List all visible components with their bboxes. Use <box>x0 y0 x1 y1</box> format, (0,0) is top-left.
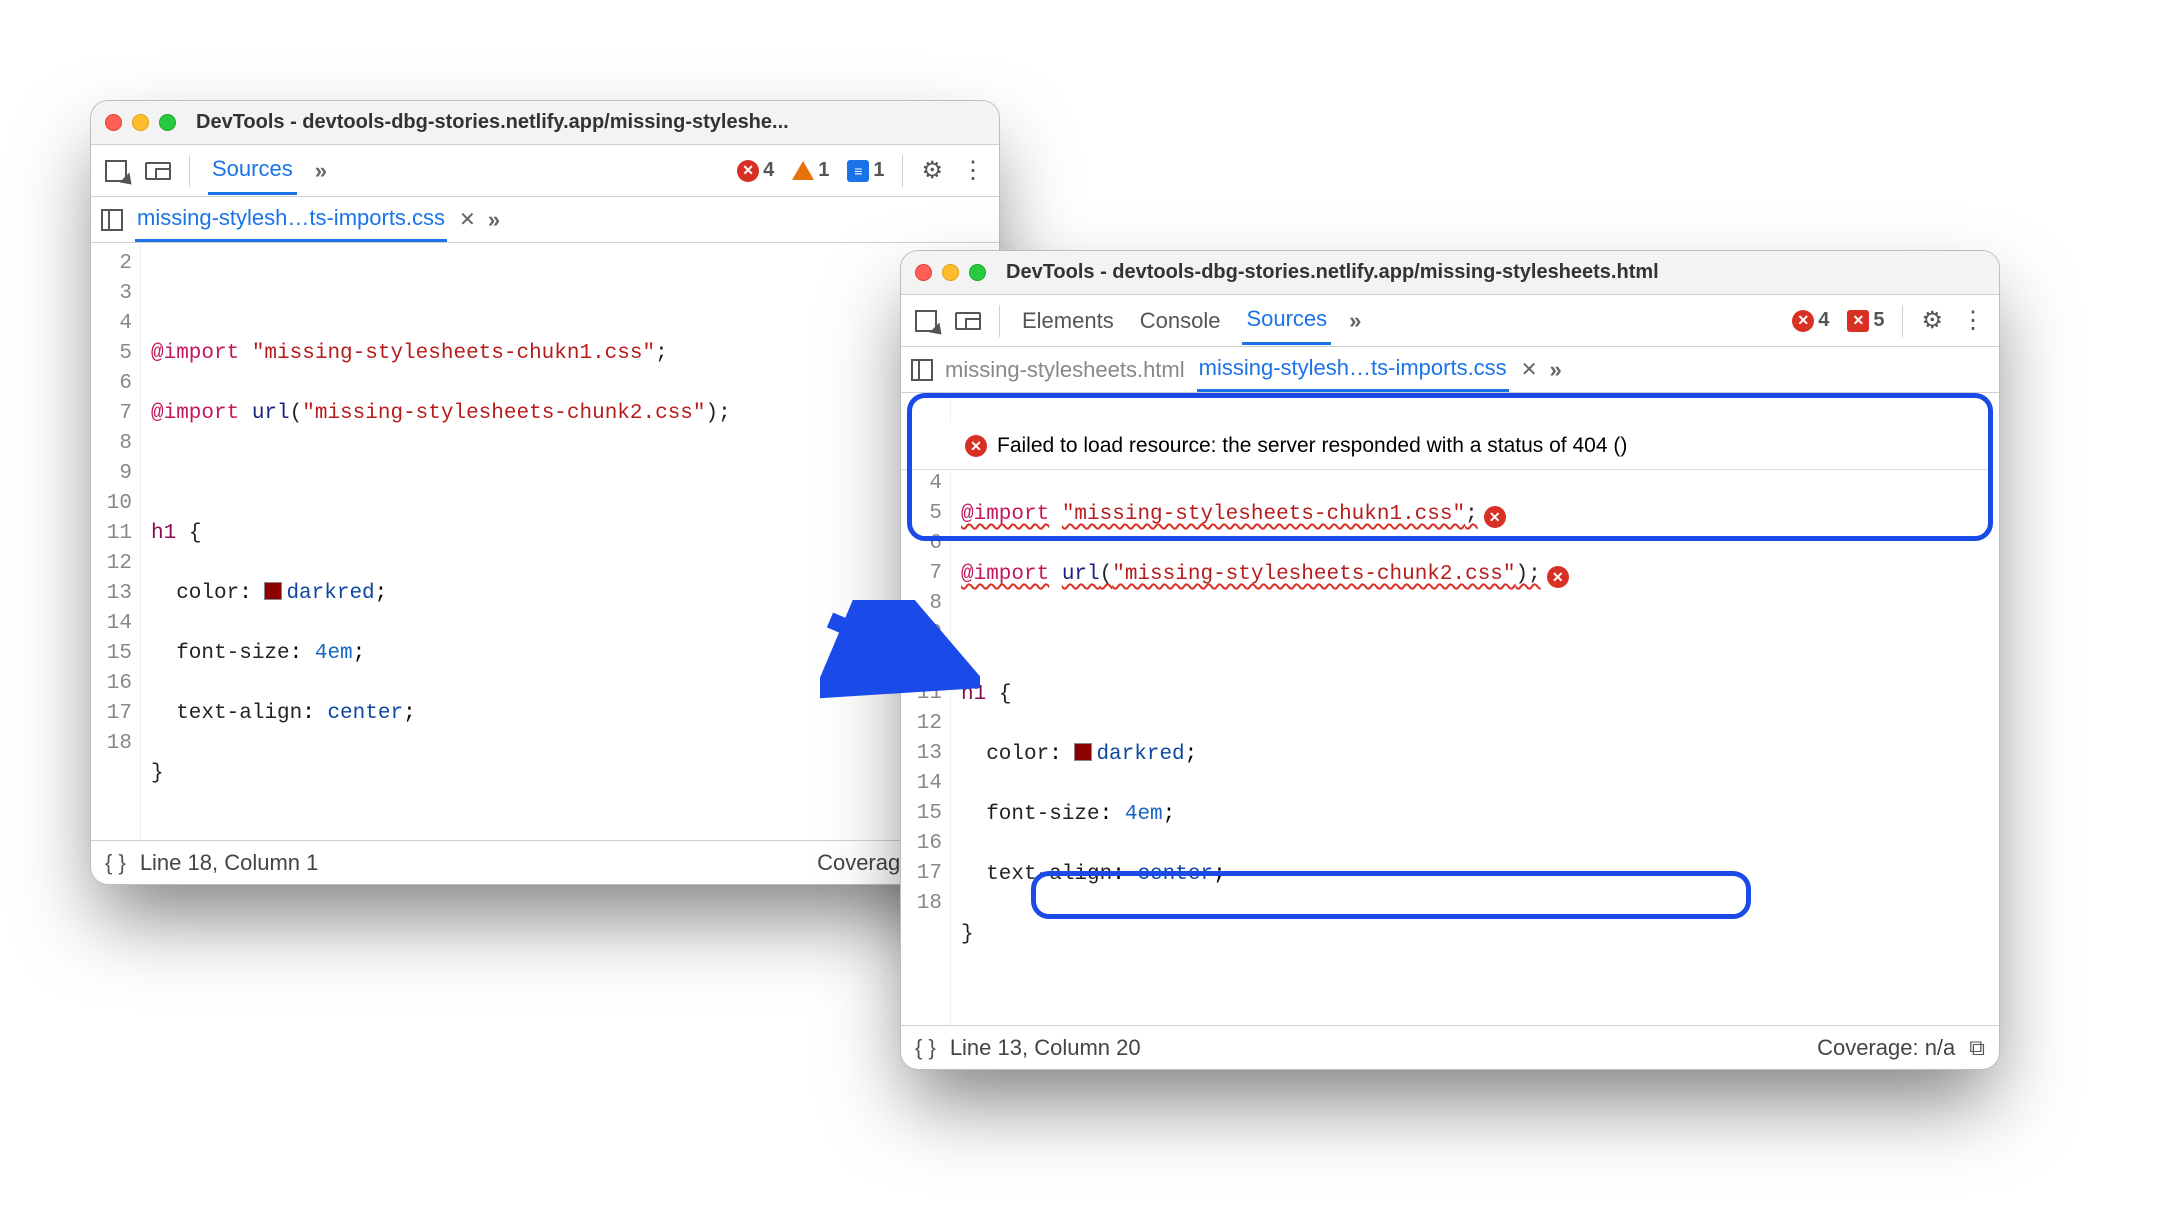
source-map-icon[interactable]: ⧉ <box>1969 1035 1985 1061</box>
close-tab-icon[interactable]: ✕ <box>1521 357 1538 382</box>
divider <box>1902 305 1903 337</box>
divider <box>999 305 1000 337</box>
error-count[interactable]: ✕4 <box>1792 309 1829 332</box>
minimize-window-icon[interactable] <box>942 264 959 281</box>
file-tabstrip: missing-stylesheets.html missing-stylesh… <box>901 347 1999 393</box>
code-editor[interactable]: 23456789101112131415161718 @import "miss… <box>91 243 999 840</box>
window-controls <box>105 114 176 131</box>
line-gutter: 23456789101112131415161718 <box>91 243 141 840</box>
code-line: @import url("missing-stylesheets-chunk2.… <box>151 399 989 429</box>
more-menu-icon[interactable]: ⋮ <box>1961 306 1985 335</box>
statusbar: { } Line 18, Column 1 Coverage: n/a ⧉ <box>91 840 999 884</box>
info-icon: ≡ <box>847 160 869 182</box>
code-editor[interactable]: 3456789101112131415161718 ✕Failed to loa… <box>901 393 1999 1025</box>
titlebar[interactable]: DevTools - devtools-dbg-stories.netlify.… <box>901 251 1999 295</box>
cursor-position: Line 13, Column 20 <box>950 1035 1141 1061</box>
code-content[interactable]: ✕Failed to load resource: the server res… <box>951 393 1999 1025</box>
divider <box>902 155 903 187</box>
window-title: DevTools - devtools-dbg-stories.netlify.… <box>1006 261 1659 284</box>
zoom-window-icon[interactable] <box>969 264 986 281</box>
device-toggle-icon[interactable] <box>145 162 171 180</box>
close-window-icon[interactable] <box>915 264 932 281</box>
file-tab[interactable]: missing-stylesheets.html <box>945 357 1185 383</box>
more-files-icon[interactable]: » <box>488 207 500 233</box>
code-line <box>151 279 989 309</box>
code-line: color: darkred; <box>961 740 1989 770</box>
code-line: font-size: 4em; <box>961 800 1989 830</box>
code-line: @import "missing-stylesheets-chukn1.css"… <box>151 339 989 369</box>
code-line: font-size: 4em; <box>151 639 989 669</box>
more-tabs-icon[interactable]: » <box>1349 308 1361 334</box>
pretty-print-icon[interactable]: { } <box>915 1035 936 1061</box>
code-line: @import url("missing-stylesheets-chunk2.… <box>961 560 1989 590</box>
toggle-navigator-icon[interactable] <box>101 209 123 231</box>
devtools-window-after: DevTools - devtools-dbg-stories.netlify.… <box>900 250 2000 1070</box>
cursor-position: Line 18, Column 1 <box>140 850 319 876</box>
zoom-window-icon[interactable] <box>159 114 176 131</box>
window-title: DevTools - devtools-dbg-stories.netlify.… <box>196 111 789 134</box>
statusbar: { } Line 13, Column 20 Coverage: n/a ⧉ <box>901 1025 1999 1069</box>
code-line <box>961 620 1989 650</box>
toggle-navigator-icon[interactable] <box>911 359 933 381</box>
window-controls <box>915 264 986 281</box>
inspect-element-icon[interactable] <box>105 160 127 182</box>
code-line: h1 { <box>961 680 1989 710</box>
color-swatch-darkred[interactable] <box>264 582 282 600</box>
line-gutter: 3456789101112131415161718 <box>901 393 951 1025</box>
main-toolbar: Elements Console Sources » ✕4 ✕5 ⚙ ⋮ <box>901 295 1999 347</box>
tab-sources[interactable]: Sources <box>208 146 297 195</box>
error-count[interactable]: ✕4 <box>737 159 774 182</box>
more-files-icon[interactable]: » <box>1549 357 1561 383</box>
code-line: } <box>961 920 1989 950</box>
tab-console[interactable]: Console <box>1136 298 1225 344</box>
issue-count[interactable]: ✕5 <box>1847 309 1884 332</box>
code-line: h1 { <box>151 519 989 549</box>
error-icon: ✕ <box>965 435 987 457</box>
color-swatch-darkred[interactable] <box>1074 743 1092 761</box>
warning-icon <box>792 161 814 180</box>
inline-error-icon[interactable]: ✕ <box>1484 506 1506 528</box>
code-line: text-align: center; <box>961 860 1989 890</box>
settings-icon[interactable]: ⚙ <box>921 156 943 185</box>
file-tabstrip: missing-stylesh…ts-imports.css ✕ » <box>91 197 999 243</box>
minimize-window-icon[interactable] <box>132 114 149 131</box>
code-line: } <box>151 759 989 789</box>
code-content[interactable]: @import "missing-stylesheets-chukn1.css"… <box>141 243 999 840</box>
main-toolbar: Sources » ✕4 1 ≡1 ⚙ ⋮ <box>91 145 999 197</box>
info-count[interactable]: ≡1 <box>847 159 884 182</box>
more-menu-icon[interactable]: ⋮ <box>961 156 985 185</box>
code-line: @import "missing-stylesheets-chukn1.css"… <box>961 500 1989 530</box>
code-line <box>151 459 989 489</box>
settings-icon[interactable]: ⚙ <box>1921 306 1943 335</box>
tab-sources[interactable]: Sources <box>1242 296 1331 345</box>
tab-elements[interactable]: Elements <box>1018 298 1118 344</box>
code-line: text-align: center; <box>151 699 989 729</box>
devtools-window-before: DevTools - devtools-dbg-stories.netlify.… <box>90 100 1000 885</box>
inline-error-icon[interactable]: ✕ <box>1547 566 1569 588</box>
more-tabs-icon[interactable]: » <box>315 158 327 184</box>
titlebar[interactable]: DevTools - devtools-dbg-stories.netlify.… <box>91 101 999 145</box>
code-line <box>961 980 1989 1010</box>
code-line: color: darkred; <box>151 579 989 609</box>
device-toggle-icon[interactable] <box>955 312 981 330</box>
error-tooltip: ✕Failed to load resource: the server res… <box>901 423 1989 470</box>
issue-icon: ✕ <box>1847 310 1869 332</box>
divider <box>189 155 190 187</box>
code-line <box>151 819 989 840</box>
error-icon: ✕ <box>737 160 759 182</box>
warning-count[interactable]: 1 <box>792 159 829 182</box>
file-tab[interactable]: missing-stylesh…ts-imports.css <box>135 197 447 242</box>
error-icon: ✕ <box>1792 310 1814 332</box>
close-tab-icon[interactable]: ✕ <box>459 207 476 232</box>
inspect-element-icon[interactable] <box>915 310 937 332</box>
file-tab[interactable]: missing-stylesh…ts-imports.css <box>1197 347 1509 392</box>
coverage-label: Coverage: n/a <box>1817 1035 1955 1061</box>
close-window-icon[interactable] <box>105 114 122 131</box>
pretty-print-icon[interactable]: { } <box>105 850 126 876</box>
